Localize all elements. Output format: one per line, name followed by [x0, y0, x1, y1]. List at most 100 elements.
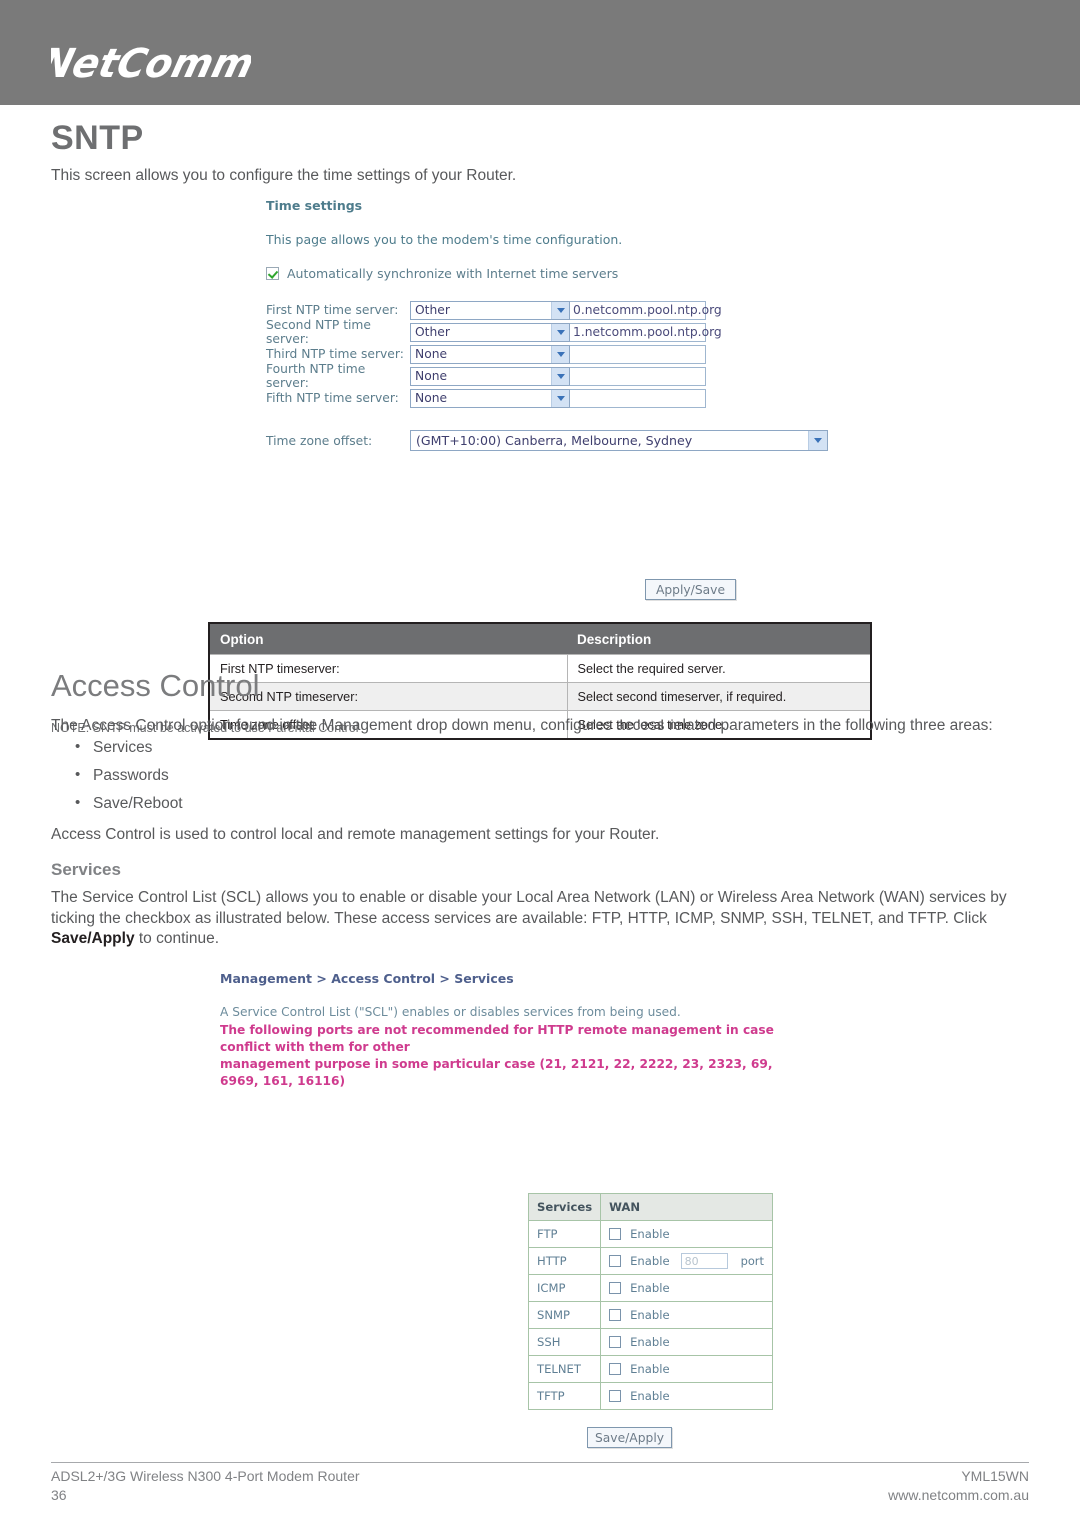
ntp-server-input[interactable]: 0.netcomm.pool.ntp.org	[570, 300, 722, 320]
list-item: Services	[75, 738, 183, 757]
option-cell: First NTP timeserver:	[209, 654, 568, 683]
service-name-cell: TFTP	[527, 1382, 602, 1410]
ntp-server-input[interactable]	[570, 388, 706, 408]
page-header-band: NetComm	[0, 0, 1080, 105]
ntp-select[interactable]: Other	[410, 300, 570, 320]
time-settings-screenshot: Time settings This page allows you to th…	[266, 198, 866, 451]
save-apply-button[interactable]: Save/Apply	[587, 1427, 672, 1448]
enable-label: Enable	[630, 1362, 670, 1376]
table-row: FTP Enable	[527, 1220, 773, 1248]
ntp-select-value: Other	[415, 325, 450, 339]
ntp-server-rows: First NTP time server: Other 0.netcomm.p…	[266, 299, 866, 409]
enable-checkbox[interactable]	[609, 1255, 622, 1267]
page-intro-text: This screen allows you to configure the …	[51, 167, 517, 184]
footer-doc-code: YML15WN	[961, 1468, 1029, 1484]
ntp-select-value: None	[415, 369, 448, 383]
enable-label: Enable	[630, 1227, 670, 1241]
column-header-services: Services	[527, 1193, 602, 1221]
timezone-select[interactable]: (GMT+10:00) Canberra, Melbourne, Sydney	[410, 430, 828, 451]
option-cell: Second NTP timeserver:	[209, 682, 568, 711]
ntp-label: Second NTP time server:	[266, 318, 371, 346]
service-enable-cell: Enable 80 port	[600, 1247, 773, 1275]
access-control-title: Access Control	[51, 668, 260, 703]
ntp-row: Second NTP time server: Other 1.netcomm.…	[266, 318, 866, 346]
apply-save-button[interactable]: Apply/Save	[645, 579, 736, 600]
breadcrumb: Management > Access Control > Services	[220, 971, 514, 986]
ntp-label: Fourth NTP time server:	[266, 362, 366, 390]
chevron-down-icon[interactable]	[551, 345, 569, 363]
table-row: TELNET Enable	[527, 1355, 773, 1383]
service-enable-cell: Enable	[600, 1382, 773, 1410]
service-name-cell: SSH	[527, 1328, 602, 1356]
table-row: SNMP Enable	[527, 1301, 773, 1329]
http-port-input[interactable]: 80	[680, 1253, 728, 1269]
enable-checkbox[interactable]	[609, 1363, 622, 1375]
column-header-option: Option	[209, 623, 567, 655]
table-row: First NTP timeserver: Select the require…	[209, 654, 871, 683]
chevron-down-icon[interactable]	[551, 301, 569, 319]
svg-text:NetComm: NetComm	[51, 40, 251, 87]
service-name-cell: HTTP	[527, 1247, 602, 1275]
auto-sync-checkbox[interactable]	[266, 267, 279, 280]
ntp-select[interactable]: None	[410, 388, 570, 408]
description-cell: Select the required server.	[567, 654, 871, 683]
ntp-label: First NTP time server:	[266, 303, 399, 317]
table-header-row: Option Description	[209, 623, 871, 655]
service-enable-cell: Enable	[600, 1274, 773, 1302]
footer-right: YML15WN www.netcomm.com.au	[888, 1467, 1029, 1505]
list-item: Save/Reboot	[75, 794, 183, 813]
scl-warning-line1: The following ports are not recommended …	[220, 1023, 774, 1054]
service-enable-cell: Enable	[600, 1220, 773, 1248]
service-enable-cell: Enable	[600, 1301, 773, 1329]
enable-label: Enable	[630, 1335, 670, 1349]
ntp-server-input[interactable]	[570, 344, 706, 364]
service-enable-cell: Enable	[600, 1355, 773, 1383]
service-name-cell: ICMP	[527, 1274, 602, 1302]
enable-checkbox[interactable]	[609, 1309, 622, 1321]
footer-divider	[51, 1462, 1029, 1463]
table-header-row: Services WAN	[527, 1193, 773, 1221]
auto-sync-row[interactable]: Automatically synchronize with Internet …	[266, 266, 866, 281]
scl-screenshot: Management > Access Control > Services A…	[220, 971, 860, 1090]
timezone-row: Time zone offset: (GMT+10:00) Canberra, …	[266, 430, 866, 451]
ntp-select-value: None	[415, 347, 448, 361]
service-name-cell: FTP	[527, 1220, 602, 1248]
ntp-select[interactable]: None	[410, 366, 570, 386]
description-cell: Select second timeserver, if required.	[567, 682, 871, 711]
service-control-list-table: Services WAN FTP Enable HTTP Enable 80 p…	[527, 1193, 773, 1410]
scl-note: A Service Control List ("SCL") enables o…	[220, 1005, 681, 1019]
ntp-server-input[interactable]: 1.netcomm.pool.ntp.org	[570, 322, 722, 342]
page-title: SNTP	[51, 119, 144, 157]
ntp-select[interactable]: Other	[410, 322, 570, 342]
chevron-down-icon[interactable]	[808, 431, 827, 450]
chevron-down-icon[interactable]	[551, 367, 569, 385]
enable-checkbox[interactable]	[609, 1336, 622, 1348]
netcomm-logo: NetComm	[51, 40, 251, 88]
access-control-intro: The Access Control option found in the M…	[51, 717, 993, 734]
enable-checkbox[interactable]	[609, 1390, 622, 1402]
table-row: Second NTP timeserver: Select second tim…	[209, 682, 871, 711]
column-header-wan: WAN	[600, 1193, 773, 1221]
ntp-row: Fifth NTP time server: None	[266, 387, 866, 409]
chevron-down-icon[interactable]	[551, 389, 569, 407]
ntp-select[interactable]: None	[410, 344, 570, 364]
access-control-usage-text: Access Control is used to control local …	[51, 826, 660, 843]
time-settings-heading: Time settings	[266, 198, 363, 213]
scl-warning: The following ports are not recommended …	[220, 1022, 795, 1090]
column-header-description: Description	[567, 623, 871, 655]
chevron-down-icon[interactable]	[551, 323, 569, 341]
access-control-bullet-list: Services Passwords Save/Reboot	[73, 738, 183, 823]
timezone-label: Time zone offset:	[266, 433, 373, 448]
timezone-select-value: (GMT+10:00) Canberra, Melbourne, Sydney	[416, 433, 693, 448]
ntp-server-input[interactable]	[570, 366, 706, 386]
enable-checkbox[interactable]	[609, 1228, 622, 1240]
enable-checkbox[interactable]	[609, 1282, 622, 1294]
footer-website: www.netcomm.com.au	[888, 1487, 1029, 1503]
ntp-label: Third NTP time server:	[266, 347, 404, 361]
table-row: HTTP Enable 80 port	[527, 1247, 773, 1275]
enable-label: Enable	[630, 1281, 670, 1295]
list-item: Passwords	[75, 766, 183, 785]
service-name-cell: TELNET	[527, 1355, 602, 1383]
ntp-row: Fourth NTP time server: None	[266, 362, 866, 390]
footer-left: ADSL2+/3G Wireless N300 4-Port Modem Rou…	[51, 1467, 360, 1505]
